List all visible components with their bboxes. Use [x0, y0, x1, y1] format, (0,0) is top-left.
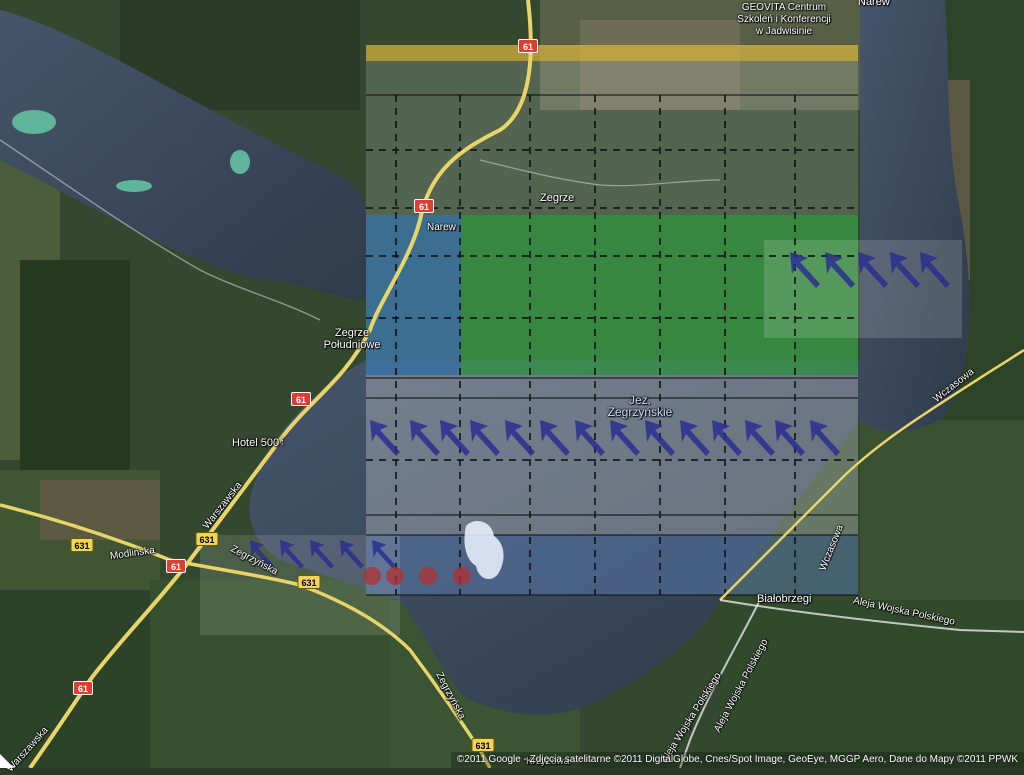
zegrze-poludniowe-line-1: Zegrze: [334, 327, 370, 339]
lake-label-line-2: Zegrzyńskie: [607, 405, 673, 419]
road-61-shield-top[interactable]: 61: [518, 39, 538, 53]
precipitation-dot: [419, 567, 437, 585]
map-attribution: ©2011 Google - Zdjęcia satelitarne ©2011…: [450, 752, 1024, 768]
satellite-map[interactable]: [0, 0, 1024, 768]
road-61-shield-bottom-left[interactable]: 61: [166, 559, 186, 573]
precipitation-dot: [363, 567, 381, 585]
zegrze-poludniowe-line-2: Południowe: [323, 339, 381, 351]
road-61-shield-lower[interactable]: 61: [291, 392, 311, 406]
lake-label[interactable]: Jez. Zegrzyńskie: [608, 394, 673, 418]
bialobrzegi-label[interactable]: Białobrzegi: [757, 593, 811, 605]
geovita-label[interactable]: GEOVITA Centrum Szkoleń i Konferencji w …: [737, 2, 830, 38]
road-631-shield-mid[interactable]: 631: [195, 532, 219, 546]
hotel-icon[interactable]: ⫶: [281, 436, 284, 448]
road-61-shield-far-bottom[interactable]: 61: [73, 681, 93, 695]
road-631-shield-left[interactable]: 631: [70, 538, 94, 552]
road-61-shield-mid[interactable]: 61: [414, 199, 434, 213]
corner-marker: [0, 754, 14, 768]
narew-top-label[interactable]: Narew: [858, 0, 890, 8]
precipitation-dot: [386, 567, 404, 585]
precipitation-dot: [453, 567, 471, 585]
road-631-shield-right[interactable]: 631: [297, 575, 321, 589]
road-631-shield-bottom[interactable]: 631: [471, 738, 495, 752]
hotel-label[interactable]: Hotel 500: [232, 437, 279, 449]
zegrze-poludniowe-label[interactable]: Zegrze Południowe: [324, 327, 381, 351]
zegrze-label[interactable]: Zegrze: [540, 192, 574, 204]
narew-label[interactable]: Narew: [427, 222, 456, 234]
